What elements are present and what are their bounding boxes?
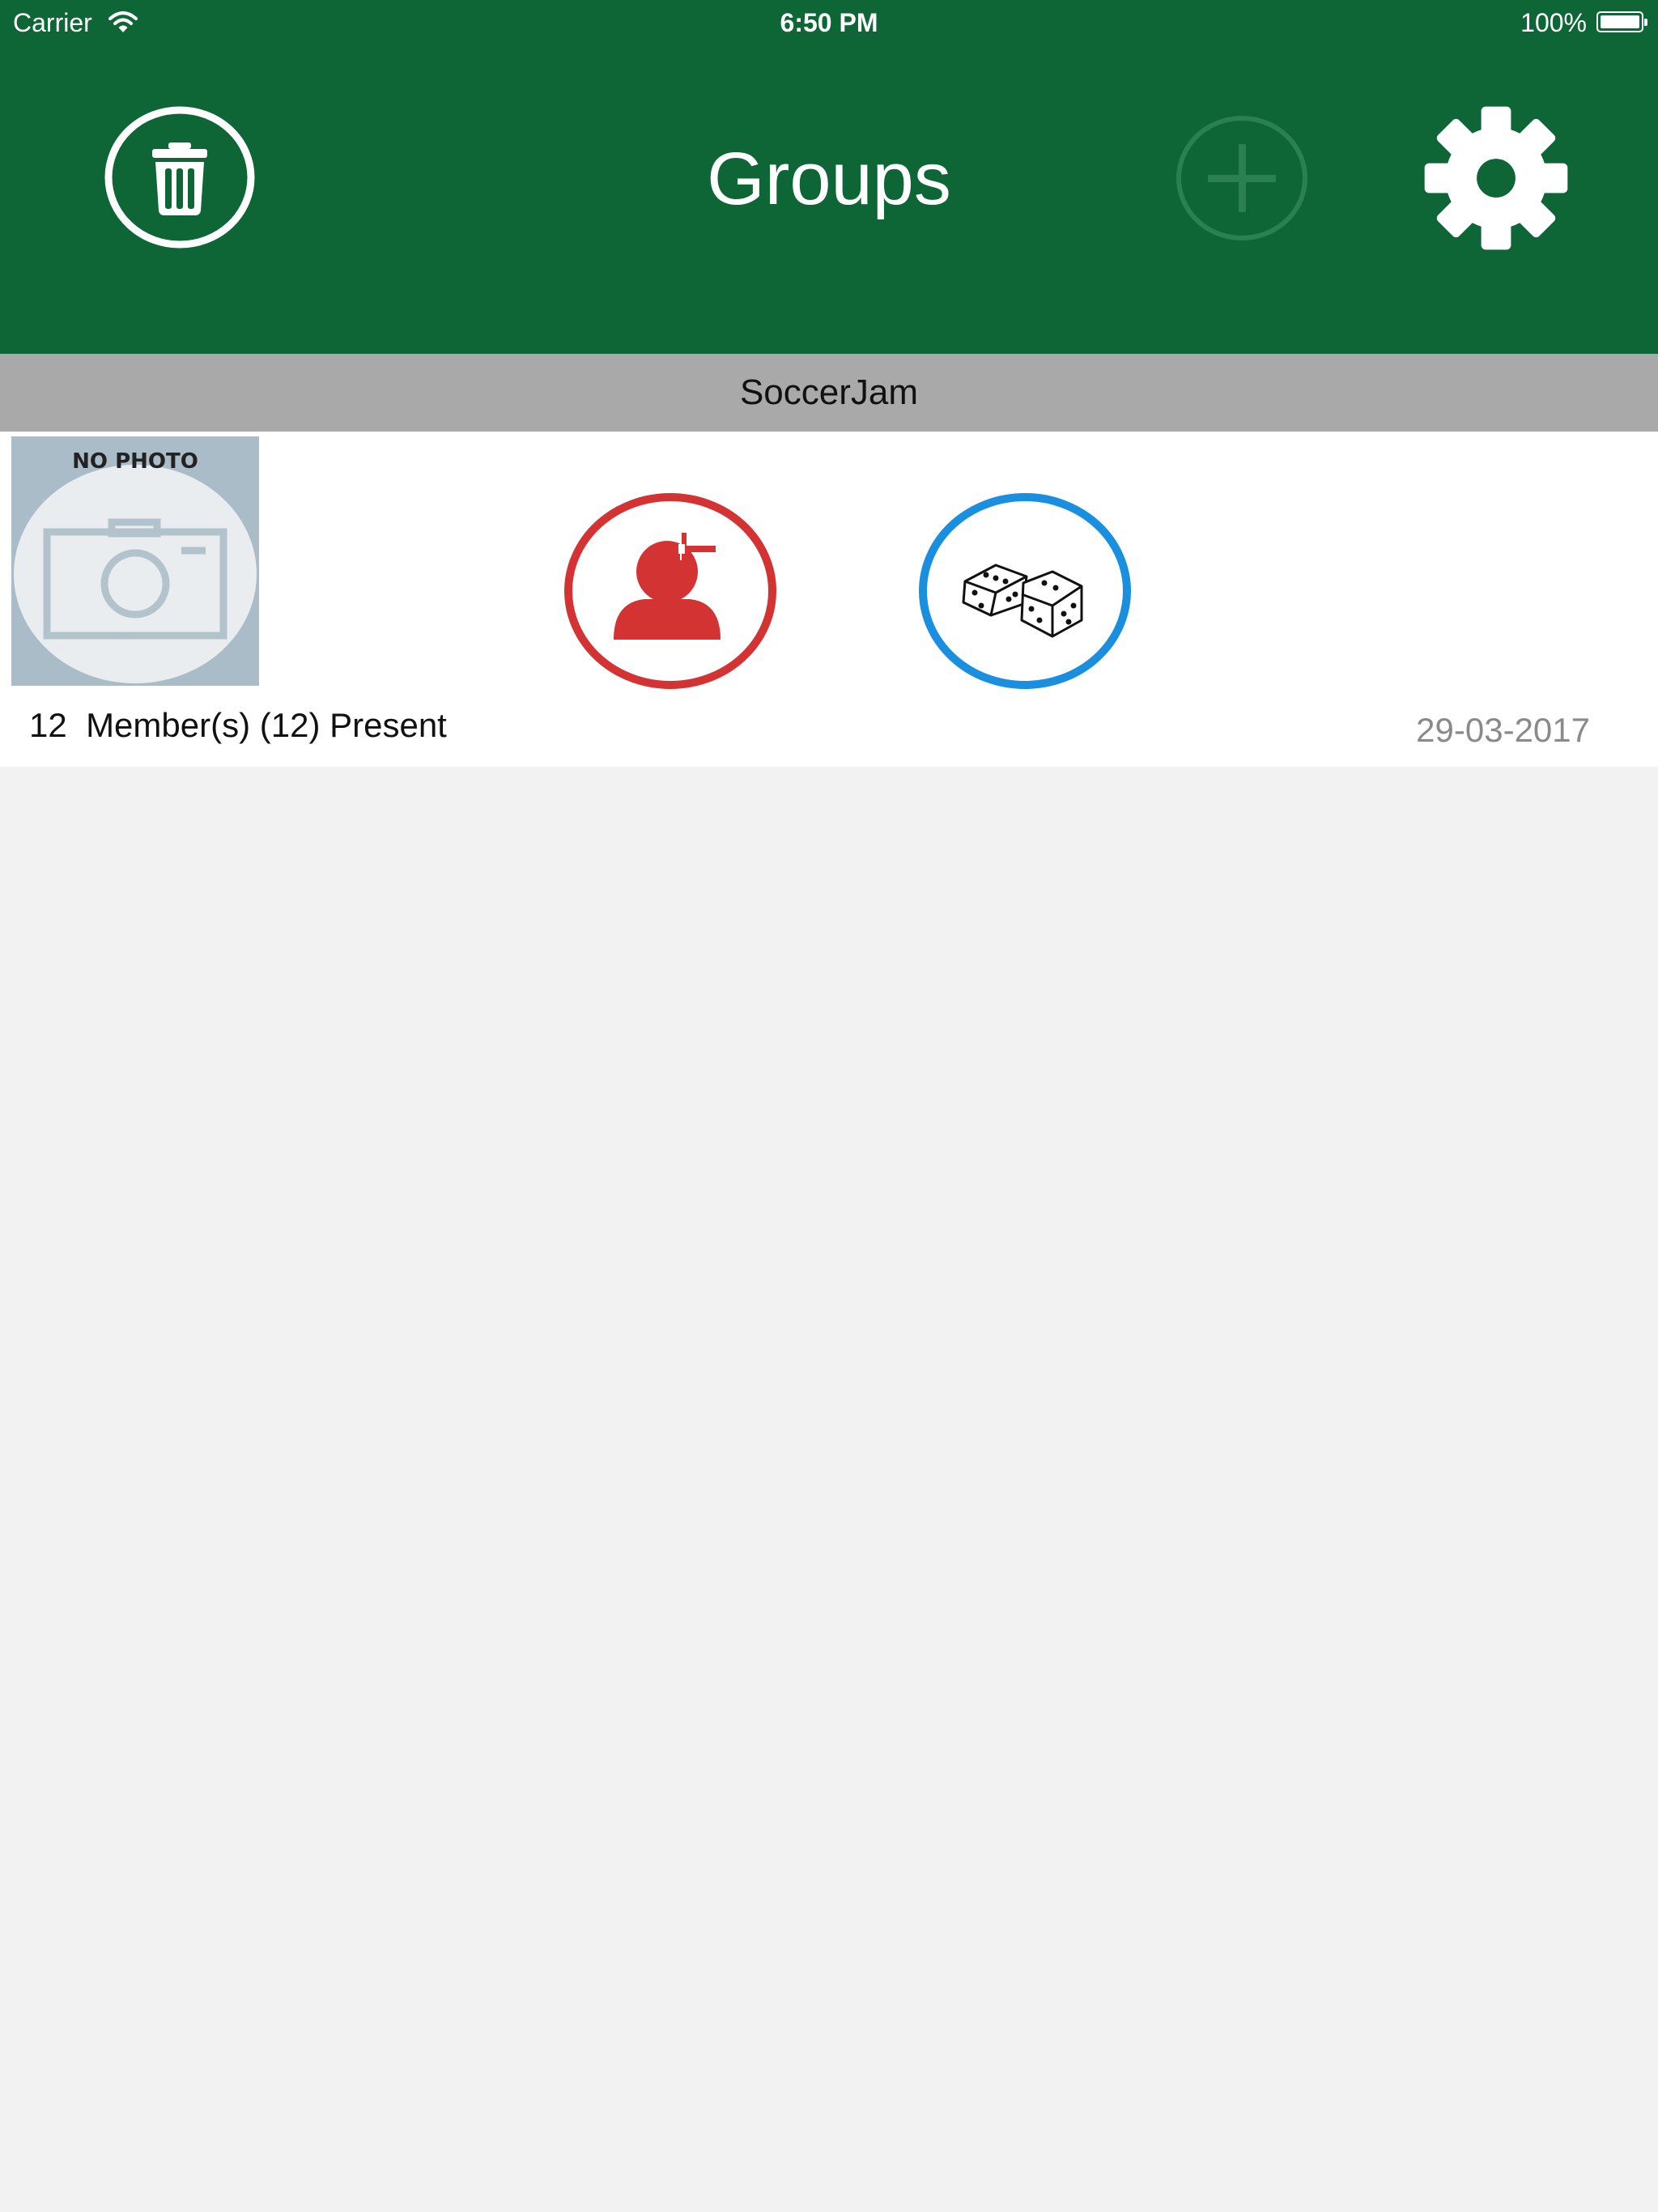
plus-circle-icon — [1176, 116, 1307, 240]
gear-icon — [1424, 106, 1568, 250]
add-member-icon — [564, 493, 776, 689]
group-row[interactable]: NO PHOTO 12 Member(s) (12) Present 29-03… — [0, 432, 1658, 767]
no-photo-label: NO PHOTO — [72, 449, 198, 474]
member-count: 12 — [29, 706, 67, 744]
group-photo-placeholder[interactable]: NO PHOTO — [11, 436, 259, 686]
add-group-button[interactable] — [1174, 113, 1310, 243]
settings-button[interactable] — [1418, 104, 1574, 253]
navigation-bar: Carrier 6:50 PM 100% Groups — [0, 0, 1658, 354]
group-section-header: SoccerJam — [0, 354, 1658, 432]
add-member-button[interactable] — [563, 492, 777, 690]
battery-percentage: 100% — [1520, 8, 1587, 37]
members-summary: 12 Member(s) (12) Present — [29, 705, 447, 746]
group-date: 29-03-2017 — [1416, 711, 1590, 749]
dice-icon — [919, 493, 1131, 689]
battery-icon — [1596, 11, 1647, 32]
members-present-text: Member(s) (12) Present — [86, 706, 447, 744]
status-time: 6:50 PM — [780, 8, 878, 37]
page-title: Groups — [707, 138, 951, 220]
randomize-button[interactable] — [918, 492, 1132, 690]
